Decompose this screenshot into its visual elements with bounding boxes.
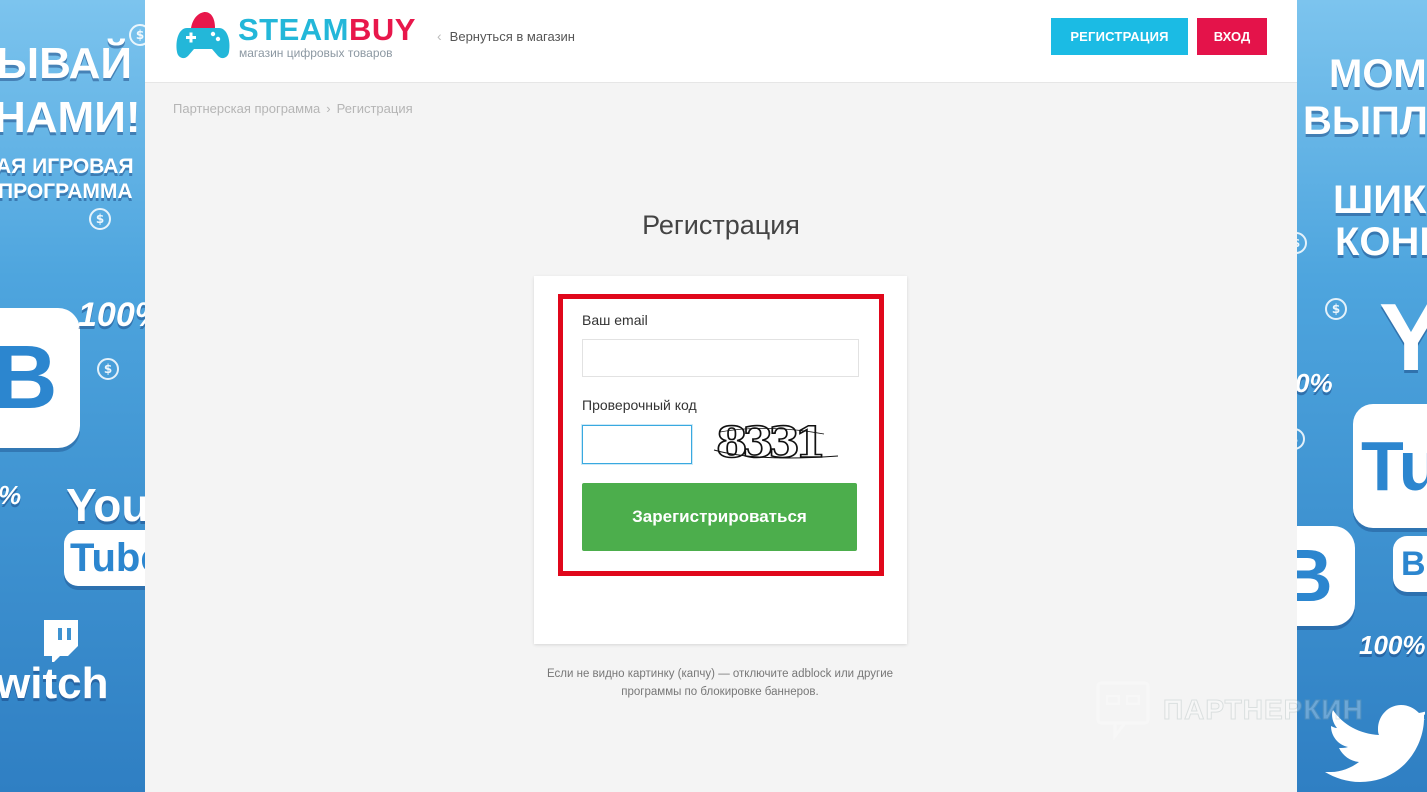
vk-logo-icon: B: [0, 308, 80, 448]
twitch-logo-icon: [44, 620, 78, 662]
banner-text: КОНВ: [1335, 220, 1427, 264]
breadcrumb-separator: ›: [326, 101, 331, 116]
coin-icon: $: [97, 358, 119, 380]
back-link-label: Вернуться в магазин: [449, 28, 575, 44]
email-label: Ваш email: [582, 312, 648, 328]
captcha-image: 8331: [712, 419, 842, 466]
back-to-store-link[interactable]: ‹ Вернуться в магазин: [437, 28, 575, 44]
coin-icon: $: [1325, 298, 1347, 320]
twitch-wordmark: witch: [0, 659, 109, 708]
banner-text: ВЫПЛ: [1303, 99, 1427, 143]
left-ad-banner[interactable]: ЫВАЙ НАМИ! АЯ ИГРОВАЯ ПРОГРАММА $ $ $ B …: [0, 0, 145, 792]
banner-text: МОМ: [1329, 52, 1427, 96]
youtube-tube-icon: Tu: [1353, 404, 1427, 528]
youtube-tube-icon: Tube: [64, 530, 145, 586]
site-header: STEAMBUY магазин цифровых товаров ‹ Верн…: [145, 0, 1297, 83]
right-ad-banner[interactable]: МОМ ВЫПЛ ШИКА КОНВ $ $ $ Y 0% Tu B B 100…: [1297, 0, 1427, 792]
youtube-logo-icon: You: [66, 479, 145, 531]
partnerkin-watermark: ПАРТНЕРКИН: [1095, 680, 1364, 740]
coin-icon: $: [89, 208, 111, 230]
verification-code-input[interactable]: [582, 425, 692, 464]
logo-steam-text: STEAM: [238, 12, 349, 47]
vk-logo-icon: B: [1297, 526, 1355, 626]
gamepad-logo-icon: [176, 12, 230, 59]
banner-text: 100%: [78, 296, 145, 334]
breadcrumb-item-registration: Регистрация: [336, 101, 413, 116]
page-content: STEAMBUY магазин цифровых товаров ‹ Верн…: [145, 0, 1363, 792]
coin-icon: $: [1297, 428, 1305, 450]
adblock-note: Если не видно картинку (капчу) — отключи…: [525, 665, 915, 701]
chevron-left-icon: ‹: [437, 28, 442, 44]
registration-form-card: Ваш email Проверочный код 8331 Зарегистр…: [534, 276, 907, 644]
banner-text: АЯ ИГРОВАЯ: [0, 155, 134, 178]
page-title: Регистрация: [642, 210, 800, 240]
logo-subtitle: магазин цифровых товаров: [239, 46, 393, 60]
verification-code-label: Проверочный код: [582, 397, 697, 413]
banner-text: НАМИ!: [0, 93, 141, 142]
banner-text: 100%: [1359, 630, 1426, 660]
youtube-logo-icon: Y: [1379, 284, 1427, 391]
banner-text: ПРОГРАММА: [0, 180, 133, 203]
breadcrumb-item-partner-program[interactable]: Партнерская программа: [173, 101, 320, 116]
banner-text: ЫВАЙ: [0, 39, 133, 88]
coin-icon: $: [129, 24, 145, 46]
banner-text: ШИКА: [1333, 178, 1427, 222]
logo-buy-text: BUY: [349, 12, 416, 47]
email-field[interactable]: [582, 339, 859, 377]
adblock-note-line: программы по блокировке баннеров.: [621, 686, 819, 698]
register-button[interactable]: РЕГИСТРАЦИЯ: [1051, 18, 1188, 55]
watermark-logo-icon: [1096, 681, 1150, 740]
steambuy-logo[interactable]: STEAMBUY магазин цифровых товаров: [175, 8, 415, 64]
banner-text: 0%: [1297, 368, 1333, 398]
captcha-noise: [713, 428, 839, 459]
watermark-text: ПАРТНЕРКИН: [1163, 694, 1364, 726]
adblock-note-line: Если не видно картинку (капчу) — отключи…: [546, 668, 894, 680]
login-button[interactable]: ВХОД: [1197, 18, 1267, 55]
coin-icon: $: [1297, 232, 1307, 254]
logo-wordmark: STEAMBUY: [238, 14, 416, 45]
banner-text: %: [0, 480, 22, 510]
breadcrumb: Партнерская программа › Регистрация: [173, 101, 413, 116]
vk-logo-icon: B: [1393, 536, 1427, 592]
register-submit-button[interactable]: Зарегистрироваться: [582, 483, 857, 551]
